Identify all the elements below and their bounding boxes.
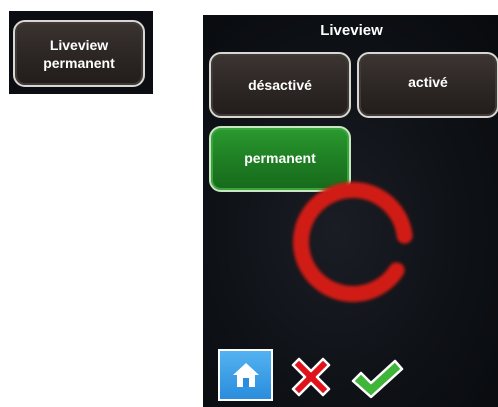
liveview-dialog: Liveview désactivé activé permanent <box>203 15 498 407</box>
option-disabled-button[interactable]: désactivé <box>209 52 351 118</box>
close-icon[interactable] <box>287 353 335 401</box>
option-enabled-label: activé <box>408 74 448 90</box>
liveview-thumbnail-panel: Liveview permanent <box>9 11 153 94</box>
option-permanent-label: permanent <box>244 150 316 166</box>
option-disabled-label: désactivé <box>248 77 312 93</box>
liveview-mode-title: Liveview <box>49 36 109 53</box>
loading-spinner-icon <box>293 182 413 302</box>
checkmark-icon[interactable] <box>349 357 405 401</box>
liveview-mode-value: permanent <box>43 54 115 71</box>
home-button[interactable] <box>218 349 273 401</box>
dialog-title: Liveview <box>320 22 383 39</box>
home-icon <box>232 363 259 387</box>
option-enabled-button[interactable]: activé <box>357 52 498 118</box>
liveview-mode-button[interactable]: Liveview permanent <box>13 20 145 87</box>
